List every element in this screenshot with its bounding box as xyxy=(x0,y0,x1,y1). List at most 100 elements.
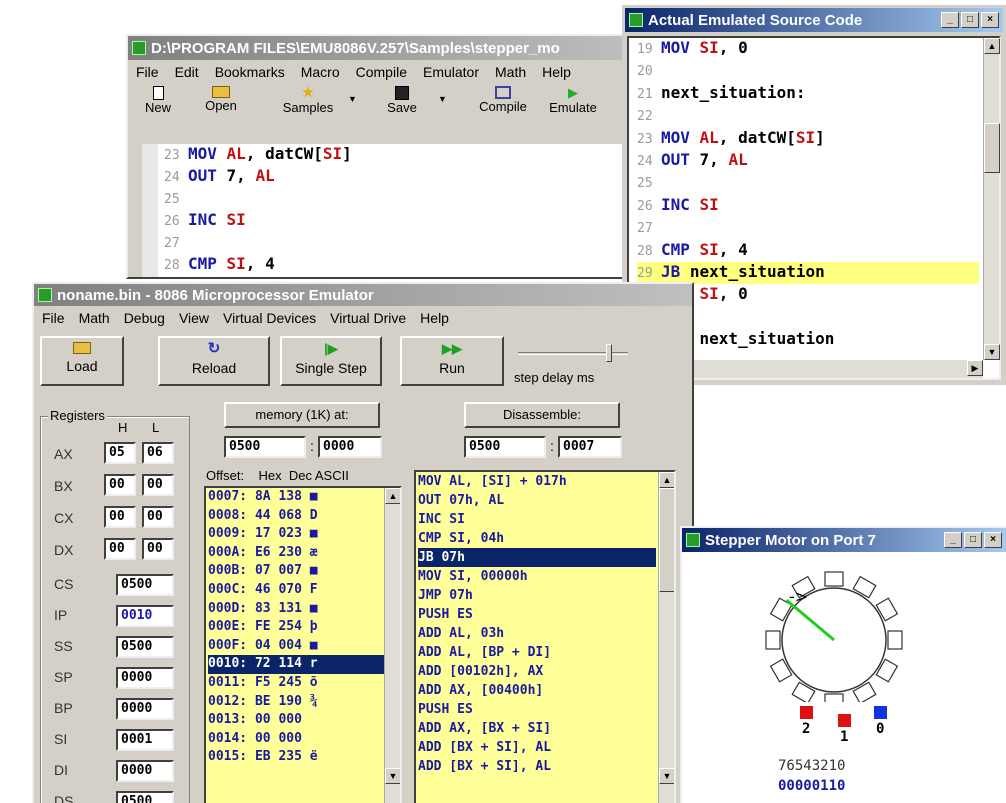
disassemble-button[interactable]: Disassemble: xyxy=(464,402,620,428)
disasm-row[interactable]: PUSH ES xyxy=(418,700,656,719)
close-icon[interactable]: × xyxy=(984,532,1002,548)
code-line[interactable]: 28 CMP SI, 4 xyxy=(637,240,979,262)
memory-button[interactable]: memory (1K) at: xyxy=(224,402,380,428)
code-line[interactable]: 27 xyxy=(164,232,642,254)
memory-row[interactable]: 0007: 8A 138 ■ xyxy=(208,488,384,507)
emulator-menu-item[interactable]: Debug xyxy=(124,310,165,326)
scroll-down-icon[interactable]: ▼ xyxy=(984,344,1000,360)
open-button[interactable]: Open xyxy=(196,86,246,113)
save-button[interactable]: Save xyxy=(380,86,424,115)
code-line[interactable]: 20 xyxy=(637,60,979,82)
scroll-down-icon[interactable]: ▼ xyxy=(385,768,400,784)
emulator-menu-item[interactable]: View xyxy=(179,310,209,326)
disasm-row[interactable]: CMP SI, 04h xyxy=(418,529,656,548)
memory-row[interactable]: 0013: 00 000 xyxy=(208,711,384,730)
memory-row[interactable]: 000E: FE 254 þ xyxy=(208,618,384,637)
code-line[interactable]: 25 xyxy=(164,188,642,210)
memory-row[interactable]: 0012: BE 190 ¾ xyxy=(208,693,384,712)
emulator-menu-item[interactable]: Virtual Drive xyxy=(330,310,406,326)
memory-row[interactable]: 000A: E6 230 æ xyxy=(208,544,384,563)
samples-button[interactable]: ★ Samples xyxy=(278,85,338,115)
disasm-row[interactable]: MOV SI, 00000h xyxy=(418,567,656,586)
single-step-button[interactable]: |▶ Single Step xyxy=(280,336,382,386)
memory-row[interactable]: 000D: 83 131 ■ xyxy=(208,600,384,619)
code-line[interactable]: 26 INC SI xyxy=(637,195,979,217)
memory-row[interactable]: 0010: 72 114 r xyxy=(208,655,384,674)
code-line[interactable]: 19 MOV SI, 0 xyxy=(637,38,979,60)
maximize-icon[interactable]: □ xyxy=(964,532,982,548)
memory-row[interactable]: 0015: EB 235 ë xyxy=(208,748,384,767)
disasm-row[interactable]: ADD AX, [00400h] xyxy=(418,681,656,700)
reload-button[interactable]: ↻ Reload xyxy=(158,336,270,386)
memory-vscroll[interactable]: ▲ ▼ xyxy=(384,488,400,803)
register-low-field[interactable]: 00 xyxy=(142,538,174,560)
register-low-field[interactable]: 06 xyxy=(142,442,174,464)
disasm-row[interactable]: JMP 07h xyxy=(418,586,656,605)
register-high-field[interactable]: 05 xyxy=(104,442,136,464)
editor-menu-item[interactable]: Edit xyxy=(175,64,199,80)
emulator-menu-item[interactable]: Math xyxy=(79,310,110,326)
editor-menu-item[interactable]: Help xyxy=(542,64,571,80)
code-line[interactable]: 24 OUT 7, AL xyxy=(637,150,979,172)
register-field[interactable]: 0000 xyxy=(116,698,174,720)
step-delay-slider[interactable] xyxy=(518,344,628,364)
memory-segment-input[interactable]: 0500 xyxy=(224,436,306,458)
emulator-titlebar[interactable]: noname.bin - 8086 Microprocessor Emulato… xyxy=(34,284,692,306)
editor-menu-item[interactable]: Math xyxy=(495,64,526,80)
register-field[interactable]: 0000 xyxy=(116,667,174,689)
scroll-right-icon[interactable]: ▶ xyxy=(967,360,983,376)
scroll-up-icon[interactable]: ▲ xyxy=(385,488,400,504)
editor-menu-item[interactable]: Bookmarks xyxy=(215,64,285,80)
code-line[interactable]: 28 CMP SI, 4 xyxy=(164,254,642,276)
memory-row[interactable]: 000B: 07 007 ■ xyxy=(208,562,384,581)
disasm-row[interactable]: OUT 07h, AL xyxy=(418,491,656,510)
disasm-row[interactable]: PUSH ES xyxy=(418,605,656,624)
memory-row[interactable]: 0014: 00 000 xyxy=(208,730,384,749)
disasm-row[interactable]: ADD AX, [BX + SI] xyxy=(418,719,656,738)
register-low-field[interactable]: 00 xyxy=(142,506,174,528)
memory-offset-input[interactable]: 0000 xyxy=(318,436,382,458)
register-field[interactable]: 0500 xyxy=(116,574,174,596)
memory-list[interactable]: 0007: 8A 138 ■ 0008: 44 068 D 0009: 17 023… xyxy=(206,488,384,767)
minimize-icon[interactable]: _ xyxy=(944,532,962,548)
code-line[interactable]: 25 xyxy=(637,172,979,194)
code-line[interactable]: 26 INC SI xyxy=(164,210,642,232)
stepper-titlebar[interactable]: Stepper Motor on Port 7 _ □ × xyxy=(682,528,1006,552)
scroll-thumb[interactable] xyxy=(984,123,1000,173)
disasm-row[interactable]: ADD [BX + SI], AL xyxy=(418,757,656,776)
new-button[interactable]: New xyxy=(138,86,178,115)
samples-dropdown-icon[interactable]: ▼ xyxy=(348,94,357,104)
code-line[interactable]: 23 MOV AL, datCW[SI] xyxy=(637,128,979,150)
compile-button[interactable]: Compile xyxy=(473,86,533,114)
disasm-row[interactable]: ADD AL, 03h xyxy=(418,624,656,643)
memory-row[interactable]: 0008: 44 068 D xyxy=(208,507,384,526)
memory-row[interactable]: 000F: 04 004 ■ xyxy=(208,637,384,656)
register-field[interactable]: 0500 xyxy=(116,791,174,803)
memory-row[interactable]: 000C: 46 070 F xyxy=(208,581,384,600)
code-line[interactable]: 21 next_situation: xyxy=(637,83,979,105)
scroll-up-icon[interactable]: ▲ xyxy=(659,472,674,488)
disasm-row[interactable]: MOV AL, [SI] + 017h xyxy=(418,472,656,491)
emulator-menu-item[interactable]: File xyxy=(42,310,65,326)
editor-menu-item[interactable]: Compile xyxy=(356,64,407,80)
disasm-row[interactable]: ADD [00102h], AX xyxy=(418,662,656,681)
save-dropdown-icon[interactable]: ▼ xyxy=(438,94,447,104)
close-icon[interactable]: × xyxy=(981,12,999,28)
code-line[interactable]: 29JB next_situation xyxy=(164,276,642,277)
disasm-row[interactable]: JB 07h xyxy=(418,548,656,567)
run-button[interactable]: ▶▶ Run xyxy=(400,336,504,386)
code-line[interactable]: 22 xyxy=(637,105,979,127)
disasm-offset-input[interactable]: 0007 xyxy=(558,436,622,458)
maximize-icon[interactable]: □ xyxy=(961,12,979,28)
minimize-icon[interactable]: _ xyxy=(941,12,959,28)
scroll-up-icon[interactable]: ▲ xyxy=(984,38,1000,54)
editor-code-area[interactable]: 23 MOV AL, datCW[SI] 24 OUT 7, AL 25 26 INC SI… xyxy=(142,144,642,277)
code-line[interactable]: 27 xyxy=(637,217,979,239)
code-line[interactable]: 23 MOV AL, datCW[SI] xyxy=(164,144,642,166)
editor-menu-item[interactable]: File xyxy=(136,64,159,80)
register-field[interactable]: 0010 xyxy=(116,605,174,627)
register-field[interactable]: 0000 xyxy=(116,760,174,782)
source-vscroll[interactable]: ▲ ▼ xyxy=(983,38,1000,360)
emulate-button[interactable]: ▶ Emulate xyxy=(543,86,603,116)
editor-titlebar[interactable]: D:\PROGRAM FILES\EMU8086V.257\Samples\st… xyxy=(128,36,644,60)
